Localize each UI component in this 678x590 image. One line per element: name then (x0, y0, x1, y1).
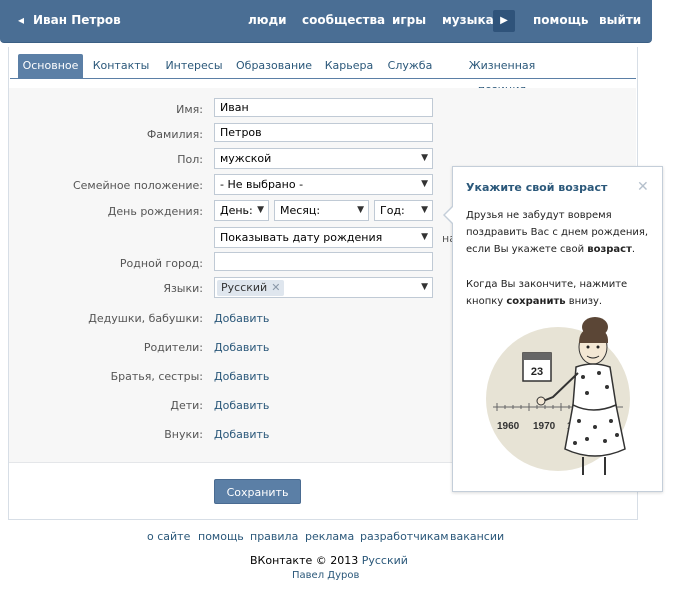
chevron-down-icon: ▼ (421, 282, 428, 292)
woman-with-calendar-illustration: 23 1960 1970 1 (486, 317, 630, 475)
chevron-down-icon: ▼ (421, 179, 428, 189)
tab-life-position[interactable]: Жизненная позиция (447, 54, 557, 96)
marital-status-select[interactable]: - Не выбрано - ▼ (214, 174, 433, 195)
age-hint-tooltip: Укажите свой возраст ✕ Друзья не забудут… (443, 166, 663, 492)
birthday-month-value: Месяц: (280, 204, 321, 217)
music-play-button[interactable]: ▶ (493, 10, 515, 32)
save-button[interactable]: Сохранить (214, 479, 301, 504)
birthday-year-value: Год: (380, 204, 405, 217)
nav-people[interactable]: люди (248, 13, 287, 27)
chevron-down-icon: ▼ (257, 205, 264, 215)
calendar-day: 23 (531, 366, 543, 378)
chevron-down-icon: ▼ (421, 153, 428, 163)
marital-status-value: - Не выбрано - (220, 178, 304, 191)
gender-value: мужской (220, 152, 272, 165)
languages-label: Языки: (163, 282, 203, 295)
footer-jobs-link[interactable]: вакансии (450, 530, 504, 543)
hometown-label: Родной город: (119, 257, 203, 270)
grandparents-label: Дедушки, бабушки: (88, 312, 203, 325)
first-name-label: Имя: (176, 103, 203, 116)
nav-games[interactable]: игры (392, 13, 426, 27)
tab-education[interactable]: Образование (236, 54, 312, 78)
tooltip-text-1: Друзья не забудут вовремя поздравить Вас… (466, 210, 649, 255)
author-link[interactable]: Павел Дуров (292, 570, 359, 581)
ruler-year-2: 1970 (533, 421, 556, 432)
footer-about-link[interactable]: о сайте (147, 530, 190, 543)
last-name-field[interactable]: Петров (214, 123, 433, 142)
parents-label: Родители: (143, 341, 203, 354)
language-switch-link[interactable]: Русский (362, 554, 408, 567)
nav-music[interactable]: музыка (442, 13, 494, 27)
close-icon[interactable]: ✕ (637, 179, 649, 195)
chevron-down-icon: ▼ (421, 205, 428, 215)
add-parents-link[interactable]: Добавить (214, 341, 269, 354)
top-bar: ◂ Иван Петров люди сообщества игры музык… (0, 0, 652, 43)
show-birthday-select[interactable]: Показывать дату рождения ▼ (214, 227, 433, 248)
show-birthday-value: Показывать дату рождения (220, 231, 383, 244)
children-label: Дети: (170, 399, 203, 412)
language-tag: Русский ✕ (217, 280, 285, 296)
first-name-field[interactable]: Иван (214, 98, 433, 117)
copyright: ВКонтакте © 2013 Русский (250, 554, 408, 567)
footer-rules-link[interactable]: правила (250, 530, 298, 543)
remove-tag-icon[interactable]: ✕ (271, 281, 280, 294)
marital-status-label: Семейное положение: (72, 179, 203, 192)
birthday-day-select[interactable]: День: ▼ (214, 200, 269, 221)
add-grandparents-link[interactable]: Добавить (214, 312, 269, 325)
back-arrow-icon[interactable]: ◂ (18, 13, 24, 27)
footer-developers-link[interactable]: разработчикам (360, 530, 449, 543)
chevron-down-icon: ▼ (421, 232, 428, 242)
copyright-text: ВКонтакте © 2013 (250, 554, 359, 567)
language-tag-label: Русский (221, 281, 268, 294)
birthday-label: День рождения: (107, 205, 203, 218)
tooltip-text-2: Когда Вы закончите, нажмите кнопку сохра… (466, 279, 628, 307)
gender-select[interactable]: мужской ▼ (214, 148, 433, 169)
birthday-month-select[interactable]: Месяц: ▼ (274, 200, 369, 221)
birthday-year-select[interactable]: Год: ▼ (374, 200, 433, 221)
tab-service[interactable]: Служба (387, 54, 433, 78)
tab-contacts[interactable]: Контакты (92, 54, 150, 78)
gender-label: Пол: (177, 153, 203, 166)
add-grandchildren-link[interactable]: Добавить (214, 428, 269, 441)
tab-basic[interactable]: Основное (18, 54, 83, 78)
hometown-field[interactable] (214, 252, 433, 271)
tooltip-title: Укажите свой возраст (466, 181, 608, 194)
add-children-link[interactable]: Добавить (214, 399, 269, 412)
nav-communities[interactable]: сообщества (302, 13, 385, 27)
nav-logout[interactable]: выйти (599, 13, 641, 27)
last-name-label: Фамилия: (146, 128, 203, 141)
ruler-year-1: 1960 (497, 421, 520, 432)
chevron-down-icon: ▼ (357, 205, 364, 215)
siblings-label: Братья, сестры: (110, 370, 203, 383)
nav-help[interactable]: помощь (533, 13, 588, 27)
birthday-day-value: День: (220, 204, 253, 217)
user-name-link[interactable]: Иван Петров (33, 13, 121, 27)
grandchildren-label: Внуки: (164, 428, 203, 441)
tab-career[interactable]: Карьера (323, 54, 375, 78)
footer-ads-link[interactable]: реклама (305, 530, 354, 543)
profile-tabs: Основное Контакты Интересы Образование К… (10, 54, 636, 96)
tab-interests[interactable]: Интересы (164, 54, 224, 78)
add-siblings-link[interactable]: Добавить (214, 370, 269, 383)
footer-help-link[interactable]: помощь (198, 530, 244, 543)
